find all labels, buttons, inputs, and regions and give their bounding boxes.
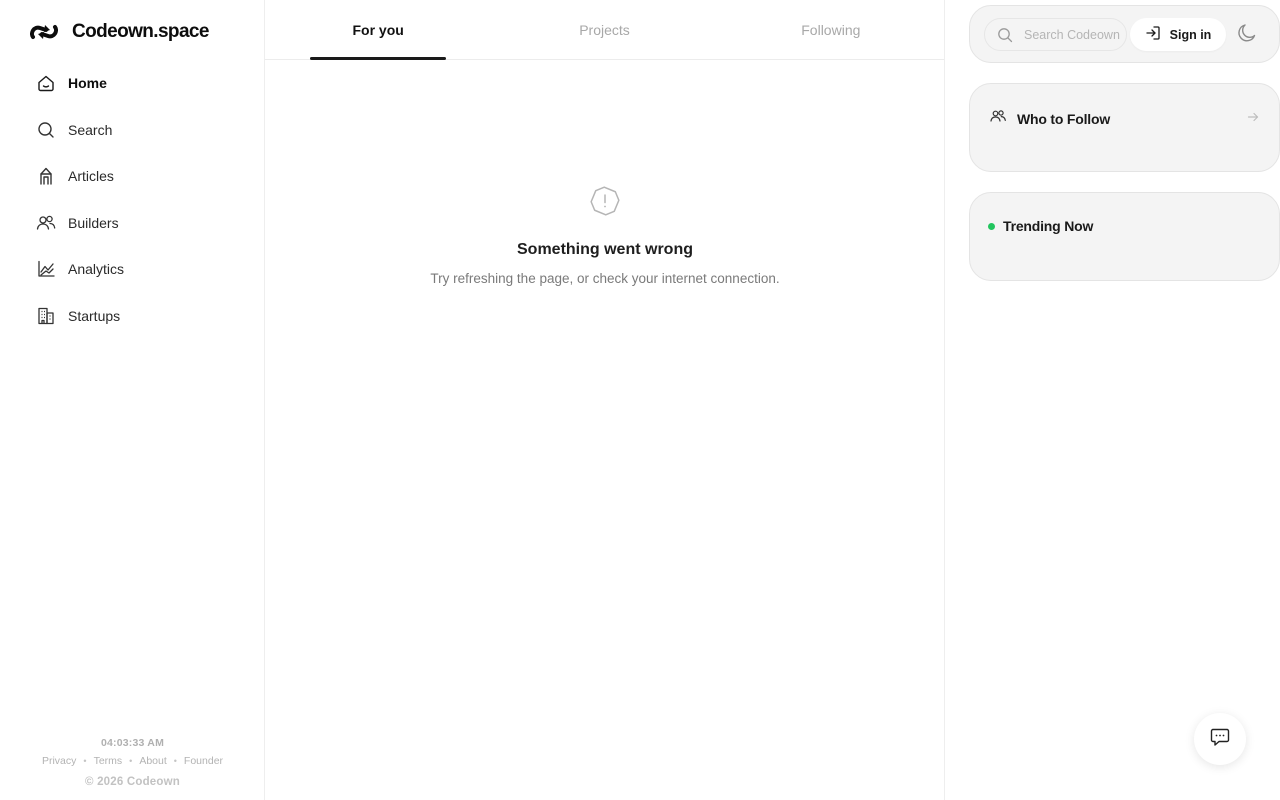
who-to-follow-panel: Who to Follow (969, 83, 1280, 172)
sign-in-button[interactable]: Sign in (1130, 18, 1226, 51)
tab-following[interactable]: Following (718, 0, 944, 59)
brand-link[interactable]: Codeown.space (30, 18, 209, 46)
nav-label-home: Home (68, 75, 107, 92)
error-title: Something went wrong (517, 241, 693, 258)
sign-in-label: Sign in (1169, 27, 1212, 42)
nav-label-articles: Articles (68, 168, 114, 185)
footer-link-terms[interactable]: Terms (94, 755, 123, 767)
codeown-logo-icon (30, 23, 58, 41)
chat-bubble-icon (1209, 726, 1231, 753)
left-sidebar: Codeown.space Home Search Articles Build… (0, 0, 265, 800)
theme-toggle-button[interactable] (1234, 22, 1260, 48)
users-icon (36, 213, 56, 233)
footer-link-founder[interactable]: Founder (184, 755, 223, 767)
nav-item-startups[interactable]: Startups (28, 293, 248, 340)
footer-separator: • (83, 756, 87, 766)
search-input[interactable] (1024, 27, 1124, 42)
tab-for-you[interactable]: For you (265, 0, 491, 60)
clock-time: 04:03:33 AM (100, 737, 165, 749)
trending-header: Trending Now (988, 218, 1094, 234)
chart-icon (36, 259, 56, 279)
nav-item-analytics[interactable]: Analytics (28, 246, 248, 293)
search-box[interactable] (984, 18, 1127, 51)
articles-icon (36, 166, 56, 186)
nav-item-articles[interactable]: Articles (28, 153, 248, 200)
primary-nav: Home Search Articles Builders Analytics … (28, 60, 248, 339)
building-icon (36, 306, 56, 326)
app-root: Codeown.space Home Search Articles Build… (0, 0, 1280, 800)
footer-link-about[interactable]: About (139, 755, 166, 767)
moon-icon (1236, 22, 1258, 49)
nav-item-search[interactable]: Search (28, 107, 248, 154)
home-icon (36, 73, 56, 93)
nav-label-search: Search (68, 121, 113, 138)
chat-button[interactable] (1194, 713, 1246, 765)
trending-panel: Trending Now (969, 192, 1280, 281)
top-actions-card: Sign in (969, 5, 1280, 63)
alert-octagon-icon (590, 186, 620, 216)
footer-separator: • (173, 756, 177, 766)
copyright: © 2026 Codeown (85, 776, 180, 788)
users-icon (990, 109, 1007, 128)
footer-link-privacy[interactable]: Privacy (42, 755, 76, 767)
arrow-right-icon[interactable] (1247, 110, 1259, 128)
search-icon (997, 27, 1013, 43)
nav-label-startups: Startups (68, 307, 121, 324)
who-to-follow-title: Who to Follow (1017, 110, 1111, 127)
sidebar-footer: 04:03:33 AM Privacy • Terms • About • Fo… (0, 737, 265, 788)
nav-item-home[interactable]: Home (28, 60, 248, 107)
footer-links: Privacy • Terms • About • Founder (0, 755, 265, 767)
who-to-follow-header: Who to Follow (990, 109, 1110, 128)
search-icon (36, 120, 56, 140)
trending-title: Trending Now (1003, 218, 1094, 234)
footer-separator: • (129, 756, 133, 766)
feed-tabs: For you Projects Following (265, 0, 944, 60)
sign-in-icon (1145, 25, 1161, 44)
error-state: Something went wrong Try refreshing the … (265, 186, 945, 286)
right-sidebar: Sign in Who to Follow (945, 0, 1280, 800)
nav-item-builders[interactable]: Builders (28, 200, 248, 247)
tab-projects[interactable]: Projects (491, 0, 717, 59)
main-feed: For you Projects Following Something wen… (265, 0, 945, 800)
live-indicator-dot (988, 222, 995, 230)
nav-label-builders: Builders (68, 214, 119, 231)
error-message: Try refreshing the page, or check your i… (430, 271, 780, 286)
nav-label-analytics: Analytics (68, 261, 125, 278)
brand-name: Codeown.space (72, 21, 209, 42)
